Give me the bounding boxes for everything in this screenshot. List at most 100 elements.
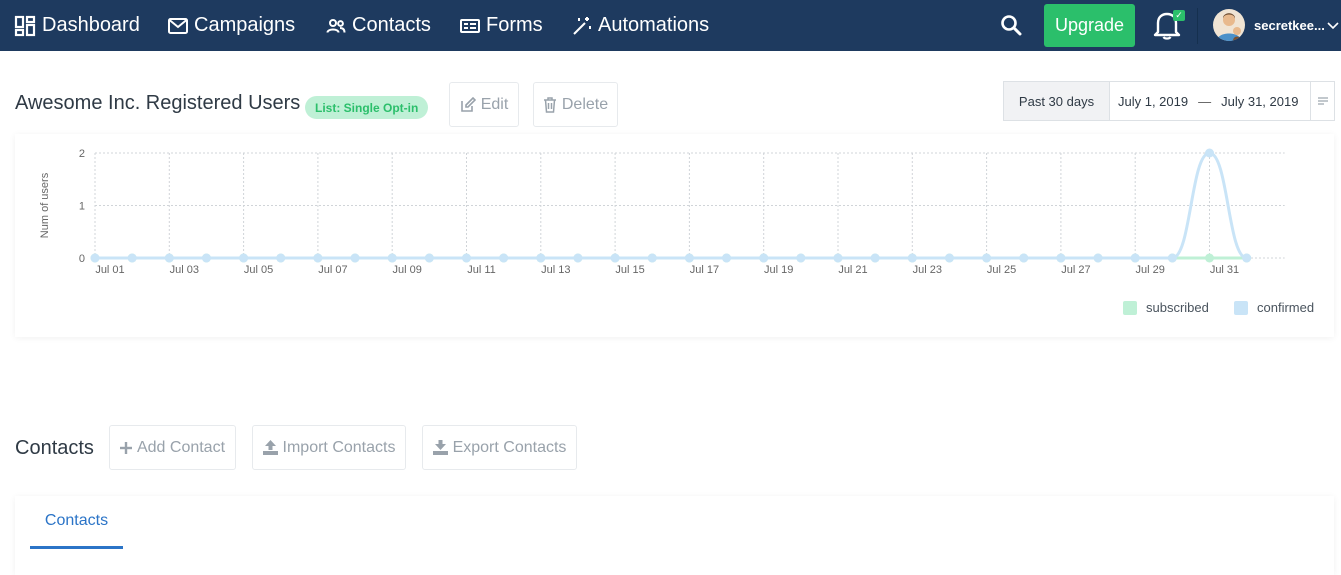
notification-badge-icon: ✓ (1173, 10, 1185, 21)
chart-card: 0 1 2 Jul 01 Jul 03 Jul 05 Jul 07 Jul 09 Jul 11 J… (15, 134, 1334, 337)
import-contacts-label: Import Contacts (282, 438, 396, 456)
legend-label-subscribed: subscribed (1146, 300, 1209, 315)
chevron-down-icon (1327, 21, 1339, 29)
data-point-confirmed (350, 253, 360, 263)
add-contact-button[interactable]: Add Contact (109, 425, 236, 470)
data-point-confirmed (424, 253, 434, 263)
nav-dashboard[interactable]: Dashboard (14, 0, 140, 51)
data-point-confirmed (201, 253, 211, 263)
legend-item-subscribed[interactable]: subscribed (1123, 300, 1209, 315)
page-title: Awesome Inc. Registered Users (15, 92, 301, 114)
range-start: July 1, 2019 (1118, 93, 1189, 109)
search-icon[interactable] (1000, 14, 1022, 36)
x-tick-label: Jul 05 (244, 264, 273, 276)
x-tick-label: Jul 25 (987, 264, 1016, 276)
data-point-confirmed (870, 253, 880, 263)
export-contacts-label: Export Contacts (452, 438, 567, 456)
data-point-confirmed (462, 253, 471, 263)
data-point-confirmed (610, 253, 620, 263)
data-point-confirmed (499, 253, 509, 263)
data-point-confirmed (164, 253, 174, 263)
range-preset-button[interactable]: Past 30 days (1004, 82, 1110, 120)
nav-divider (1197, 8, 1198, 44)
x-tick-label: Jul 21 (838, 264, 867, 276)
upgrade-button[interactable]: Upgrade (1044, 4, 1135, 47)
nav-campaigns[interactable]: Campaigns (168, 0, 295, 51)
data-point-confirmed (387, 253, 397, 263)
contacts-tabs-card: Contacts (15, 496, 1334, 575)
legend-swatch-subscribed (1123, 300, 1137, 315)
x-tick-label: Jul 31 (1210, 264, 1239, 276)
range-menu-button[interactable] (1310, 82, 1334, 120)
x-tick-label: Jul 29 (1136, 264, 1165, 276)
x-tick-label: Jul 07 (318, 264, 347, 276)
contacts-section-title: Contacts (15, 437, 94, 459)
x-tick-label: Jul 19 (764, 264, 793, 276)
data-point-confirmed (1242, 253, 1252, 263)
username-label: secretkee... (1254, 18, 1325, 33)
data-point-confirmed (1205, 148, 1214, 158)
edit-button[interactable]: Edit (449, 82, 519, 127)
users-icon (326, 18, 346, 33)
delete-button[interactable]: Delete (533, 82, 618, 127)
data-point-confirmed (833, 253, 843, 263)
x-tick-label: Jul 17 (690, 264, 719, 276)
x-tick-label: Jul 15 (615, 264, 644, 276)
x-tick-label: Jul 27 (1061, 264, 1090, 276)
import-contacts-button[interactable]: Import Contacts (252, 425, 406, 470)
nav-forms-label: Forms (486, 14, 543, 36)
x-tick-label: Jul 13 (541, 264, 570, 276)
date-range-picker: Past 30 days July 1, 2019 — July 31, 201… (1003, 81, 1335, 121)
legend-item-confirmed[interactable]: confirmed (1234, 300, 1314, 315)
data-point-subscribed (1205, 253, 1214, 263)
delete-label: Delete (561, 95, 609, 113)
x-tick-label: Jul 03 (170, 264, 199, 276)
user-menu[interactable]: secretkee... (1254, 0, 1339, 51)
plus-icon (119, 441, 132, 454)
envelope-icon (168, 17, 188, 34)
data-point-confirmed (1167, 253, 1177, 263)
dashboard-icon (14, 15, 36, 36)
x-tick-label: Jul 11 (467, 264, 496, 276)
legend-label-confirmed: confirmed (1257, 300, 1315, 315)
magic-wand-icon (573, 16, 591, 35)
data-point-confirmed (1093, 253, 1103, 263)
nav-forms[interactable]: Forms (460, 0, 543, 51)
range-dates[interactable]: July 1, 2019 — July 31, 2019 (1110, 82, 1310, 120)
edit-label: Edit (480, 95, 509, 113)
nav-contacts-label: Contacts (352, 14, 431, 36)
data-point-confirmed (1130, 253, 1140, 263)
form-icon (460, 18, 480, 33)
menu-lines-icon (1317, 97, 1328, 105)
tab-contacts[interactable]: Contacts (30, 496, 123, 549)
edit-icon (460, 96, 476, 112)
data-point-confirmed (536, 253, 546, 263)
avatar[interactable] (1213, 9, 1245, 41)
x-tick-label: Jul 23 (913, 264, 942, 276)
data-point-confirmed (1019, 253, 1029, 263)
data-point-confirmed (90, 253, 100, 263)
y-tick-label: 1 (79, 201, 85, 213)
data-point-confirmed (907, 253, 917, 263)
data-point-confirmed (944, 253, 954, 263)
nav-campaigns-label: Campaigns (194, 14, 296, 36)
data-point-confirmed (722, 253, 732, 263)
range-dash: — (1198, 93, 1212, 109)
data-point-confirmed (313, 253, 323, 263)
nav-automations-label: Automations (598, 14, 710, 36)
data-point-confirmed (796, 253, 806, 263)
data-point-confirmed (276, 253, 286, 263)
export-contacts-button[interactable]: Export Contacts (422, 425, 577, 470)
download-icon (432, 440, 448, 455)
y-tick-label: 0 (79, 253, 85, 265)
range-end: July 31, 2019 (1221, 93, 1299, 109)
x-tick-label: Jul 01 (95, 264, 124, 276)
data-point-confirmed (239, 253, 249, 263)
nav-contacts[interactable]: Contacts (326, 0, 431, 51)
nav-dashboard-label: Dashboard (42, 14, 140, 36)
trash-icon (543, 96, 556, 113)
data-point-confirmed (982, 253, 992, 263)
nav-automations[interactable]: Automations (572, 0, 709, 51)
data-point-confirmed (684, 253, 694, 263)
y-tick-label: 2 (79, 148, 85, 160)
